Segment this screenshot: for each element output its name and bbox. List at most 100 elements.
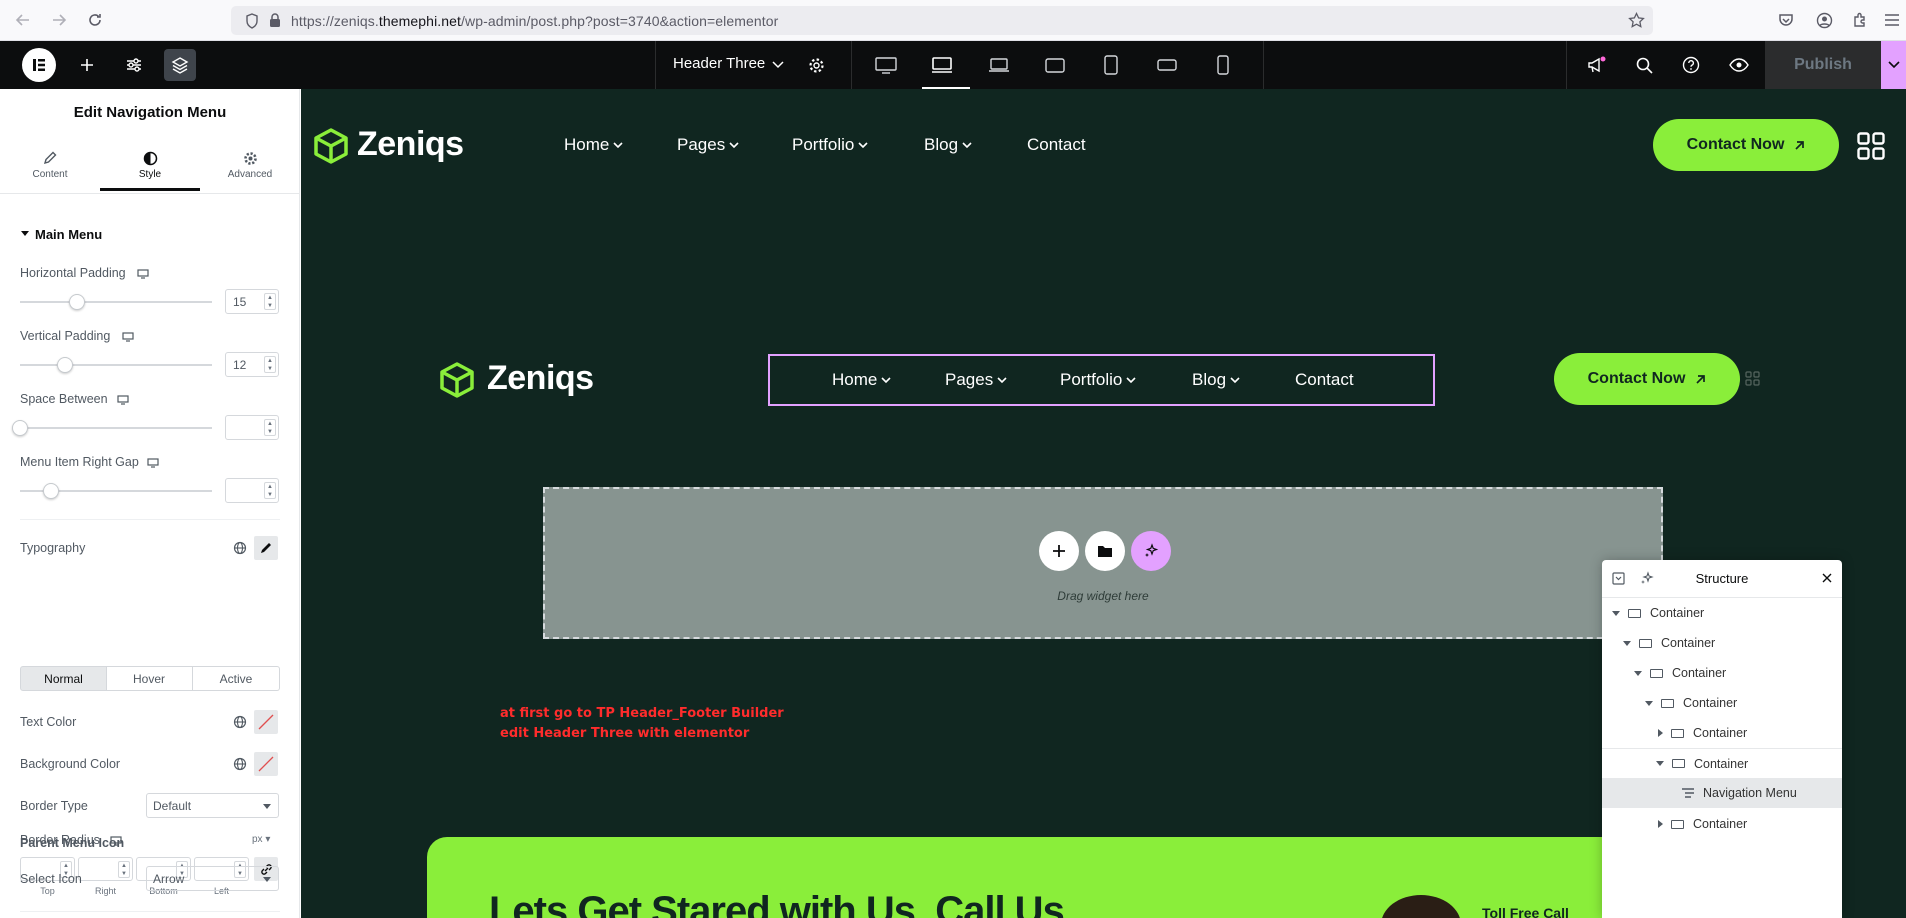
add-element-icon[interactable] (71, 49, 103, 81)
nav-item-blog[interactable]: Blog (1192, 370, 1240, 390)
nav-item-pages[interactable]: Pages (677, 135, 739, 155)
widescreen-device-icon[interactable] (926, 49, 958, 81)
tablet-portrait-device-icon[interactable] (1095, 49, 1127, 81)
tab-style[interactable]: Style (100, 147, 200, 191)
horizontal-padding-slider-track[interactable] (20, 301, 212, 303)
desktop-responsive-icon[interactable] (147, 458, 159, 468)
shield-icon[interactable] (245, 13, 259, 29)
container-icon (1639, 638, 1652, 648)
document-name[interactable]: Header Three (673, 55, 765, 72)
state-tab-normal[interactable]: Normal (20, 666, 107, 691)
site-logo[interactable]: Zeniqs (487, 359, 594, 398)
tree-row-container[interactable]: Container (1602, 628, 1842, 658)
help-icon[interactable] (1675, 49, 1707, 81)
grid-menu-icon[interactable] (1857, 132, 1885, 160)
vertical-padding-label: Vertical Padding (20, 329, 111, 343)
space-between-input[interactable]: ▲ ▼ (225, 415, 279, 440)
vertical-padding-slider-track[interactable] (20, 364, 212, 366)
edit-typography-pencil-icon[interactable] (254, 536, 278, 560)
reload-icon[interactable] (85, 10, 105, 30)
address-bar[interactable]: https://zeniqs.themephi.net/wp-admin/pos… (231, 6, 1653, 35)
border-radius-right-input[interactable]: ▲ ▼ (78, 857, 133, 881)
space-between-slider-handle[interactable] (12, 420, 28, 436)
tree-row-container[interactable]: Container (1602, 658, 1842, 688)
structure-layers-icon[interactable] (164, 49, 196, 81)
nav-item-contact[interactable]: Contact (1027, 135, 1086, 155)
background-color-swatch[interactable] (254, 752, 278, 776)
page-settings-gear-icon[interactable] (800, 49, 832, 81)
global-globe-icon[interactable] (228, 752, 252, 776)
lock-icon[interactable] (269, 13, 281, 28)
elementor-logo-icon[interactable] (22, 48, 56, 82)
mobile-landscape-device-icon[interactable] (1151, 49, 1183, 81)
editor-panel: Edit Navigation Menu Content Style Advan… (0, 89, 300, 918)
account-icon[interactable] (1814, 10, 1834, 30)
tab-advanced[interactable]: Advanced (200, 147, 299, 191)
vertical-padding-slider-handle[interactable] (57, 357, 73, 373)
mobile-portrait-device-icon[interactable] (1207, 49, 1239, 81)
empty-container-dropzone[interactable]: Drag widget here (543, 487, 1663, 639)
publish-options-chevron-icon[interactable] (1881, 41, 1906, 89)
close-icon[interactable] (1822, 573, 1832, 583)
add-section-plus-icon[interactable] (1039, 531, 1079, 571)
unit-selector[interactable]: px ▾ (252, 834, 270, 845)
tablet-landscape-device-icon[interactable] (1039, 49, 1071, 81)
nav-item-home[interactable]: Home (832, 370, 891, 390)
tree-row-container[interactable]: Container (1602, 688, 1842, 718)
global-globe-icon[interactable] (228, 536, 252, 560)
section-main-menu[interactable]: Main Menu (35, 227, 102, 242)
desktop-device-icon[interactable] (870, 49, 902, 81)
tab-content[interactable]: Content (0, 147, 100, 191)
nav-menu-widget-icon (1682, 788, 1694, 798)
select-icon-select[interactable]: Arrow (146, 866, 279, 891)
nav-item-portfolio[interactable]: Portfolio (1060, 370, 1136, 390)
nav-item-pages[interactable]: Pages (945, 370, 1007, 390)
ai-sparkle-icon[interactable] (1131, 531, 1171, 571)
site-settings-icon[interactable] (118, 49, 150, 81)
publish-button[interactable]: Publish (1765, 41, 1881, 89)
global-globe-icon[interactable] (228, 710, 252, 734)
forward-icon[interactable] (49, 10, 69, 30)
desktop-responsive-icon[interactable] (137, 269, 149, 279)
border-type-select[interactable]: Default (146, 793, 279, 818)
tree-row-container[interactable]: Container (1602, 809, 1842, 839)
nav-item-portfolio[interactable]: Portfolio (792, 135, 868, 155)
menu-icon[interactable] (1882, 10, 1902, 30)
menu-item-right-gap-input[interactable]: ▲ ▼ (225, 478, 279, 503)
extensions-icon[interactable] (1850, 10, 1870, 30)
contact-now-button[interactable]: Contact Now (1554, 353, 1740, 405)
contact-now-button[interactable]: Contact Now (1653, 119, 1839, 171)
horizontal-padding-input[interactable]: 15 ▲ ▼ (225, 289, 279, 314)
tree-row-container[interactable]: Container (1602, 598, 1842, 628)
grid-menu-icon[interactable] (1745, 371, 1760, 386)
editor-topbar: Header Three Publish (0, 41, 1906, 89)
preview-eye-icon[interactable] (1723, 49, 1755, 81)
nav-item-home[interactable]: Home (564, 135, 623, 155)
state-tab-hover[interactable]: Hover (106, 666, 193, 691)
state-tab-active[interactable]: Active (193, 666, 280, 691)
back-icon[interactable] (13, 10, 33, 30)
tree-row-container[interactable]: Container (1602, 718, 1842, 748)
horizontal-padding-slider-handle[interactable] (69, 294, 85, 310)
text-color-swatch[interactable] (254, 710, 278, 734)
pocket-icon[interactable] (1776, 10, 1796, 30)
caret-down-icon[interactable] (21, 231, 29, 236)
space-between-slider-track[interactable] (20, 427, 212, 429)
menu-item-right-gap-label: Menu Item Right Gap (20, 455, 139, 469)
menu-item-right-gap-slider-handle[interactable] (43, 483, 59, 499)
nav-item-contact[interactable]: Contact (1295, 370, 1354, 390)
search-icon[interactable] (1628, 49, 1660, 81)
template-library-folder-icon[interactable] (1085, 531, 1125, 571)
tree-row-navigation-menu[interactable]: Navigation Menu (1602, 778, 1842, 808)
desktop-responsive-icon[interactable] (117, 395, 129, 405)
site-logo[interactable]: Zeniqs (357, 125, 464, 164)
vertical-padding-input[interactable]: 12 ▲ ▼ (225, 352, 279, 377)
laptop-device-icon[interactable] (983, 49, 1015, 81)
chevron-down-icon[interactable] (762, 49, 794, 81)
nav-item-blog[interactable]: Blog (924, 135, 972, 155)
chevron-down-icon (729, 141, 739, 148)
tree-row-container[interactable]: Container (1602, 748, 1842, 778)
notifications-megaphone-icon[interactable] (1580, 49, 1612, 81)
desktop-responsive-icon[interactable] (122, 332, 134, 342)
bookmark-star-icon[interactable] (1628, 12, 1645, 29)
